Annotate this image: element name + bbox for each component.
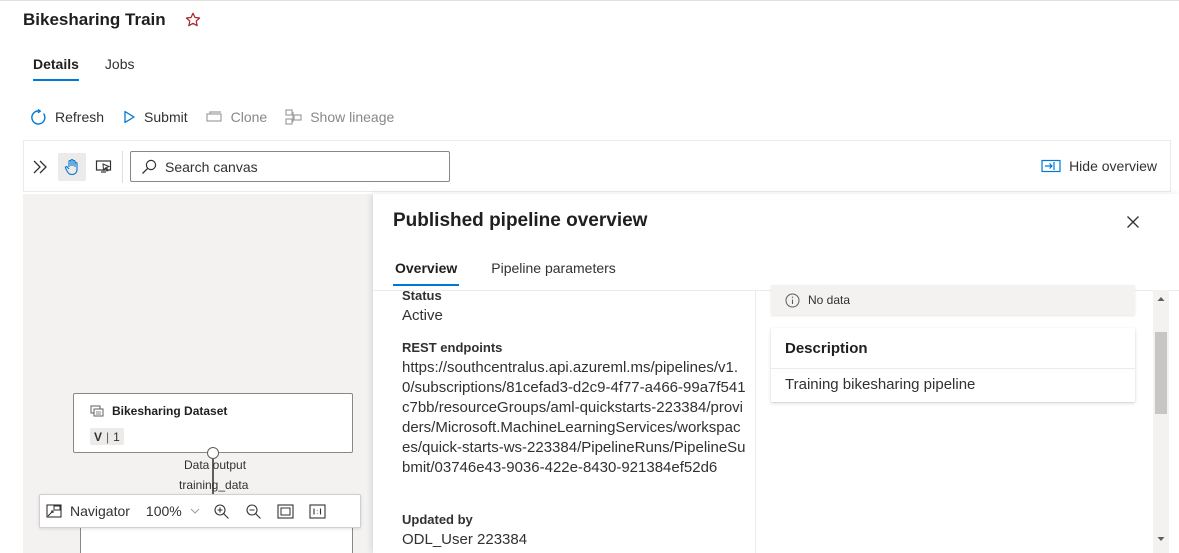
- no-data-label: No data: [808, 293, 851, 307]
- page-title: Bikesharing Train: [23, 10, 166, 29]
- clone-label: Clone: [230, 109, 268, 125]
- clone-button[interactable]: Clone: [206, 109, 268, 125]
- pipeline-canvas[interactable]: Bikesharing Dataset V | 1 Data output tr…: [23, 194, 373, 553]
- toolbar-separator: [122, 151, 123, 183]
- favorite-star-icon[interactable]: [184, 11, 202, 29]
- rest-endpoint-url[interactable]: https://southcentralus.api.azureml.ms/pi…: [402, 358, 747, 478]
- expand-double-chevron-icon[interactable]: [26, 153, 54, 181]
- search-canvas-box[interactable]: [130, 151, 450, 182]
- navigator-map-icon: [46, 504, 62, 518]
- show-lineage-button[interactable]: Show lineage: [285, 109, 394, 125]
- submit-button[interactable]: Submit: [122, 109, 188, 125]
- downstream-node[interactable]: [80, 524, 353, 553]
- rest-endpoints-label: REST endpoints: [402, 340, 503, 355]
- version-number: 1: [113, 429, 120, 444]
- version-badge: V | 1: [90, 428, 124, 445]
- title-row: Bikesharing Train: [23, 10, 202, 30]
- node-title-label: Bikesharing Dataset: [112, 404, 228, 418]
- refresh-label: Refresh: [55, 109, 105, 125]
- zoom-out-icon[interactable]: [242, 499, 266, 523]
- zoom-level-value: 100%: [145, 503, 182, 519]
- no-data-card: No data: [771, 285, 1135, 315]
- hide-overview-button[interactable]: Hide overview: [1041, 158, 1157, 174]
- navigator-bar: Navigator 100%: [39, 494, 361, 528]
- zoom-level-dropdown[interactable]: 100%: [146, 503, 200, 519]
- chevron-down-icon: [190, 508, 200, 514]
- navigator-label: Navigator: [70, 503, 130, 519]
- hide-overview-label: Hide overview: [1069, 158, 1157, 174]
- panel-collapse-icon: [1041, 159, 1061, 173]
- refresh-icon: [31, 108, 46, 125]
- pan-hand-icon[interactable]: [58, 153, 86, 181]
- updated-by-value: ODL_User 223384: [402, 531, 528, 548]
- navigator-button[interactable]: Navigator: [46, 503, 130, 519]
- version-letter: V: [94, 429, 103, 444]
- close-icon[interactable]: [1123, 212, 1143, 232]
- port-name: training_data: [179, 478, 249, 492]
- lineage-icon: [285, 109, 302, 125]
- info-icon: [785, 293, 800, 307]
- overview-panel: Published pipeline overview Overview Pip…: [373, 194, 1179, 553]
- search-canvas-input[interactable]: [165, 158, 425, 175]
- clone-icon: [206, 111, 222, 122]
- command-bar: Refresh Submit Clone Show lineage: [30, 106, 412, 128]
- panel-tabs: Overview Pipeline parameters: [393, 256, 648, 286]
- description-card: Description Training bikesharing pipelin…: [771, 328, 1135, 402]
- actual-size-icon[interactable]: [306, 499, 330, 523]
- canvas-toolbar: Hide overview: [23, 140, 1171, 192]
- status-value: Active: [402, 307, 443, 324]
- panel-title: Published pipeline overview: [393, 210, 648, 231]
- description-value: Training bikesharing pipeline: [785, 376, 976, 393]
- submit-label: Submit: [144, 109, 188, 125]
- page-tabs: Details Jobs: [23, 52, 151, 81]
- node-title: Bikesharing Dataset: [90, 404, 227, 418]
- fit-to-screen-icon[interactable]: [274, 499, 298, 523]
- pipeline-page: Bikesharing Train Details Jobs Refresh S…: [0, 0, 1179, 553]
- scroll-down-arrow-icon[interactable]: [1156, 534, 1166, 544]
- play-icon: [124, 110, 135, 124]
- search-icon: [142, 159, 157, 174]
- description-divider: [771, 368, 1135, 369]
- tab-details[interactable]: Details: [23, 52, 89, 81]
- dataset-icon: [90, 405, 104, 416]
- panel-scrollbar[interactable]: [1153, 290, 1169, 553]
- zoom-in-icon[interactable]: [210, 499, 234, 523]
- tab-overview[interactable]: Overview: [393, 256, 460, 286]
- scroll-up-arrow-icon[interactable]: [1156, 294, 1166, 304]
- port-label: Data output: [184, 458, 247, 472]
- description-label: Description: [785, 340, 868, 357]
- status-label: Status: [402, 290, 442, 303]
- tab-pipeline-parameters[interactable]: Pipeline parameters: [489, 256, 618, 286]
- tab-jobs[interactable]: Jobs: [95, 52, 145, 81]
- updated-by-label: Updated by: [402, 512, 473, 527]
- top-divider: [0, 0, 1179, 1]
- scrollbar-thumb[interactable]: [1155, 332, 1167, 414]
- dataset-node[interactable]: Bikesharing Dataset V | 1: [73, 393, 353, 453]
- select-screen-icon[interactable]: [90, 153, 118, 181]
- column-divider: [755, 290, 756, 553]
- show-lineage-label: Show lineage: [310, 109, 395, 125]
- refresh-button[interactable]: Refresh: [30, 108, 105, 126]
- overview-details: Status Active REST endpoints https://sou…: [402, 290, 747, 553]
